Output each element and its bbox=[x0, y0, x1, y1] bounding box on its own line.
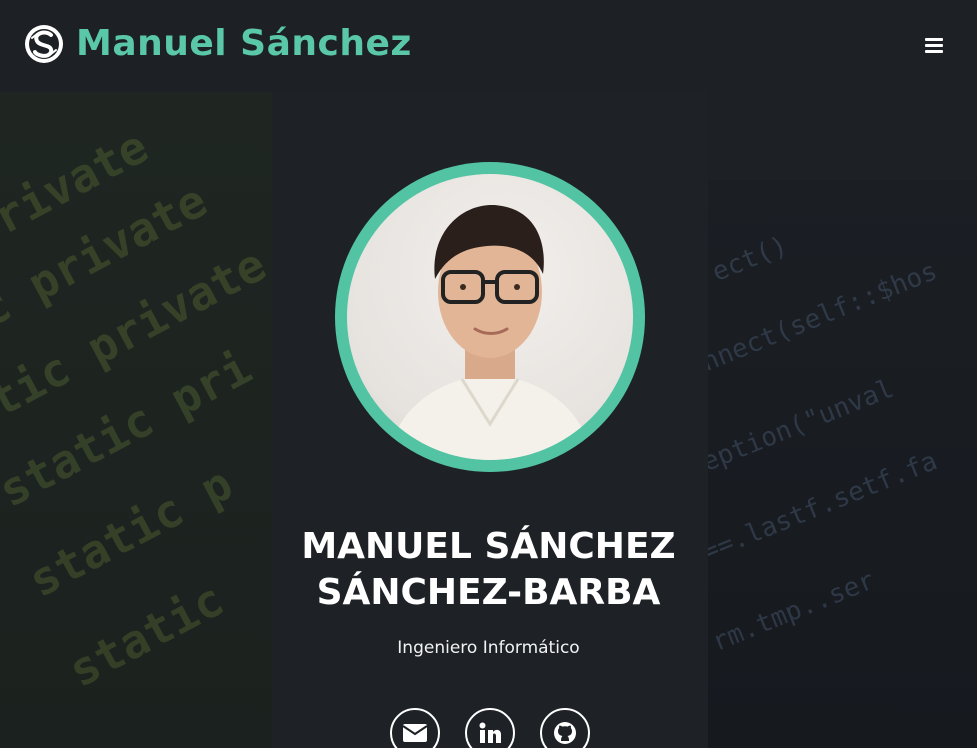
person-name: MANUEL SÁNCHEZ SÁNCHEZ-BARBA bbox=[0, 524, 977, 616]
brand-name: Manuel Sánchez bbox=[76, 23, 412, 64]
linkedin-icon bbox=[479, 722, 501, 743]
page: private c private tic private static pri… bbox=[0, 0, 977, 748]
avatar bbox=[347, 174, 633, 460]
email-button[interactable] bbox=[390, 708, 440, 748]
avatar-portrait bbox=[387, 204, 593, 460]
avatar-ring bbox=[335, 162, 645, 472]
hamburger-menu-icon[interactable] bbox=[925, 38, 943, 54]
person-name-line-2: SÁNCHEZ-BARBA bbox=[316, 572, 661, 613]
navbar: Manuel Sánchez bbox=[0, 0, 977, 92]
person-role: Ingeniero Informático bbox=[397, 638, 580, 658]
github-button[interactable] bbox=[540, 708, 590, 748]
background-code-right: ect() nnect(self::$hos eption("unval ==.… bbox=[708, 180, 977, 748]
linkedin-button[interactable] bbox=[465, 708, 515, 748]
envelope-icon bbox=[403, 724, 427, 742]
s-monogram-logo-icon bbox=[25, 25, 63, 63]
github-icon bbox=[554, 722, 576, 744]
social-links bbox=[390, 708, 590, 748]
person-name-line-1: MANUEL SÁNCHEZ bbox=[301, 526, 676, 567]
brand-link[interactable]: Manuel Sánchez bbox=[24, 24, 412, 64]
